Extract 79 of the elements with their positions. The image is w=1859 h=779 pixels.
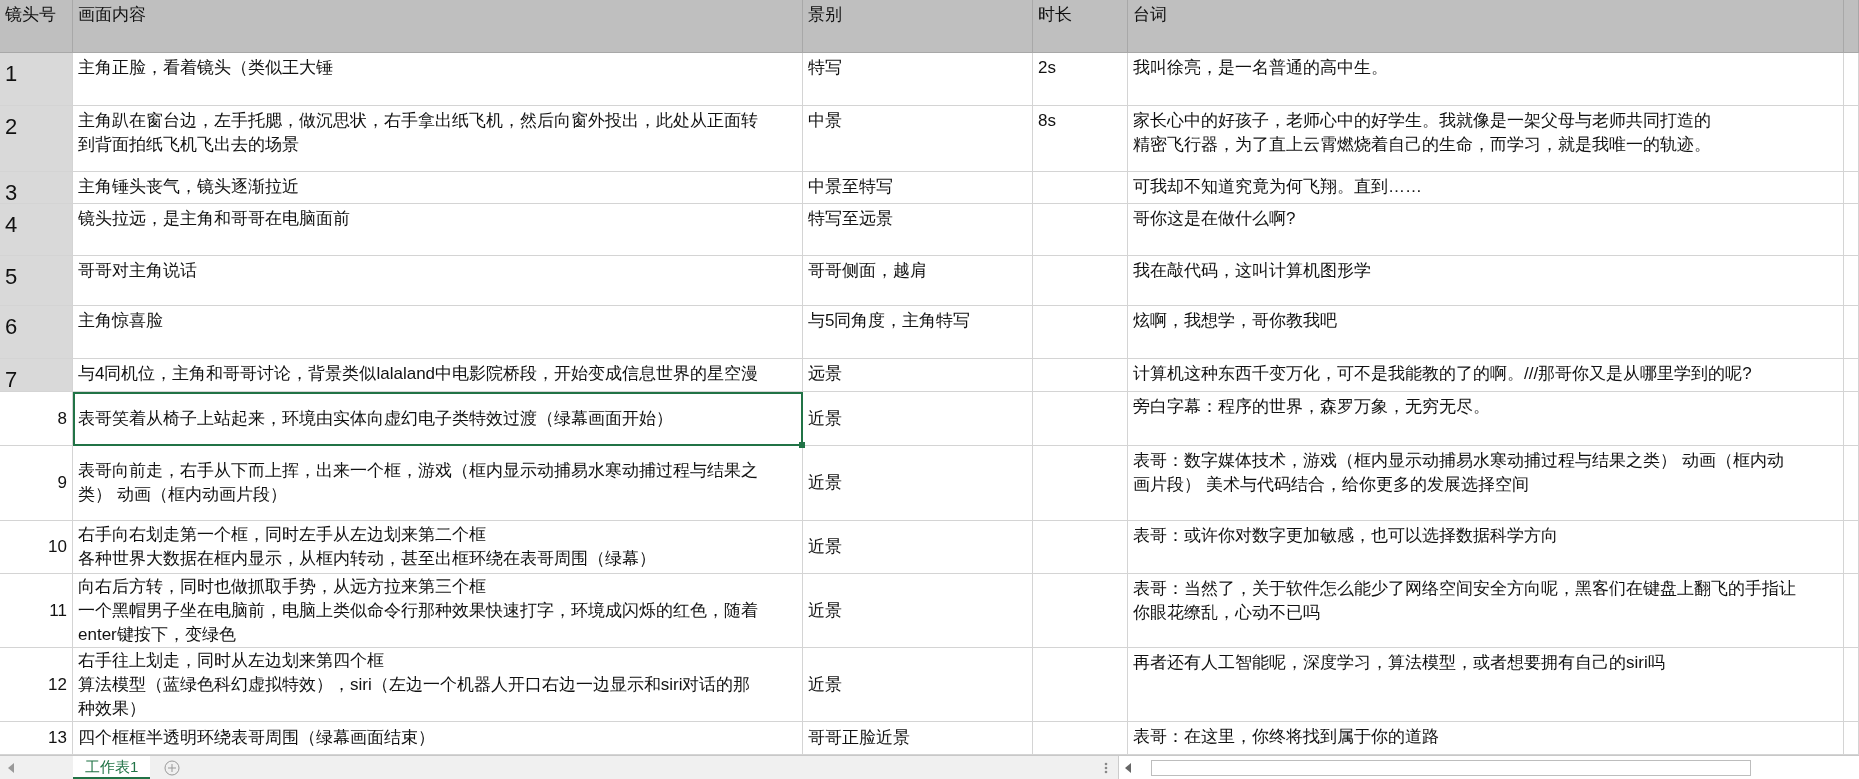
cell-text-line: 右手向右划走第一个框，同时左手从左边划来第二个框 bbox=[78, 524, 486, 546]
cell-text-line: 各种世界大数据在框内显示，从框内转动，甚至出框环绕在表哥周围（绿幕） bbox=[78, 548, 656, 570]
table-cell: 主角正脸，看着镜头（类似王大锤 bbox=[73, 53, 803, 106]
add-sheet-icon[interactable] bbox=[164, 759, 181, 776]
row-number: 1 bbox=[0, 53, 73, 106]
row-number: 7 bbox=[0, 359, 73, 392]
table-cell: 旁白字幕：程序的世界，森罗万象，无穷无尽。 bbox=[1128, 392, 1844, 446]
empty-cell bbox=[1844, 359, 1859, 392]
table-cell: 主角惊喜脸 bbox=[73, 306, 803, 359]
cell-text-line: 主角趴在窗台边，左手托腮，做沉思状，右手拿出纸飞机，然后向窗外投出，此处从正面转 bbox=[78, 110, 758, 132]
table-cell: 可我却不知道究竟为何飞翔。直到…… bbox=[1128, 172, 1844, 204]
row-number: 3 bbox=[0, 172, 73, 204]
table-cell: 哥你这是在做什么啊? bbox=[1128, 204, 1844, 256]
cell-text-line: 一个黑帽男子坐在电脑前，电脑上类似命令行那种效果快速打字，环境成闪烁的红色，随着 bbox=[78, 599, 758, 622]
table-cell: 我叫徐亮，是一名普通的高中生。 bbox=[1128, 53, 1844, 106]
column-header: 镜头号 bbox=[0, 0, 73, 53]
row-number: 9 bbox=[0, 446, 73, 521]
table-cell: 主角锤头丧气，镜头逐渐拉近 bbox=[73, 172, 803, 204]
table-cell: 表哥：或许你对数字更加敏感，也可以选择数据科学方向 bbox=[1128, 521, 1844, 574]
row-number: 2 bbox=[0, 106, 73, 172]
row-number: 4 bbox=[0, 204, 73, 256]
row-number: 12 bbox=[0, 648, 73, 722]
table-cell: 特写至远景 bbox=[803, 204, 1033, 256]
horizontal-scrollbar[interactable] bbox=[1118, 756, 1859, 779]
table-cell: 与4同机位，主角和哥哥讨论，背景类似lalaland中电影院桥段，开始变成信息世界的星空漫 bbox=[73, 359, 803, 392]
column-header: 画面内容 bbox=[73, 0, 803, 53]
row-number: 10 bbox=[0, 521, 73, 574]
table-cell: 近景 bbox=[803, 446, 1033, 521]
empty-cell bbox=[1844, 392, 1859, 446]
table-cell: 近景 bbox=[803, 392, 1033, 446]
column-header bbox=[1844, 0, 1859, 53]
table-cell: 特写 bbox=[803, 53, 1033, 106]
empty-cell bbox=[1844, 256, 1859, 306]
table-cell: 炫啊，我想学，哥你教我吧 bbox=[1128, 306, 1844, 359]
cell-text-line: 你眼花缭乱，心动不已吗 bbox=[1133, 602, 1320, 624]
row-number: 5 bbox=[0, 256, 73, 306]
table-cell: 计算机这种东西千变万化，可不是我能教的了的啊。///那哥你又是从哪里学到的呢? bbox=[1128, 359, 1844, 392]
table-cell: 远景 bbox=[803, 359, 1033, 392]
table-cell: 我在敲代码，这叫计算机图形学 bbox=[1128, 256, 1844, 306]
cell-text-line: enter键按下，变绿色 bbox=[78, 623, 236, 646]
column-header: 景别 bbox=[803, 0, 1033, 53]
table-cell: 8s bbox=[1033, 106, 1128, 172]
cell-text-line: 向右后方转，同时也做抓取手势，从远方拉来第三个框 bbox=[78, 575, 486, 598]
empty-cell bbox=[1844, 172, 1859, 204]
cell-text-line: 算法模型（蓝绿色科幻虚拟特效），siri（左边一个机器人开口右边一边显示和siri对话的那 bbox=[78, 673, 751, 696]
splitter-handle-icon[interactable] bbox=[1104, 761, 1108, 774]
cell-text-line: 到背面拍纸飞机飞出去的场景 bbox=[78, 134, 299, 156]
scroll-left-icon[interactable] bbox=[8, 762, 14, 773]
cell-text-line: 表哥：当然了，关于软件怎么能少了网络空间安全方向呢，黑客们在键盘上翻飞的手指让 bbox=[1133, 578, 1796, 600]
cell-text-line: 画片段） 美术与代码结合，给你更多的发展选择空间 bbox=[1133, 474, 1529, 496]
table-cell: 2s bbox=[1033, 53, 1128, 106]
empty-cell bbox=[1844, 204, 1859, 256]
table-cell: 镜头拉远，是主角和哥哥在电脑面前 bbox=[73, 204, 803, 256]
table-cell: 哥哥侧面，越肩 bbox=[803, 256, 1033, 306]
cell-text-line: 类） 动画（框内动画片段） bbox=[78, 484, 287, 506]
table-cell: 近景 bbox=[803, 521, 1033, 574]
cell-text-line: 表哥向前走，右手从下而上挥，出来一个框，游戏（框内显示动捕易水寒动捕过程与结果之 bbox=[78, 460, 758, 482]
cell-text-line: 精密飞行器，为了直上云霄燃烧着自己的生命，而学习，就是我唯一的轨迹。 bbox=[1133, 134, 1711, 156]
table-cell: 近景 bbox=[803, 574, 1033, 648]
empty-cell bbox=[1844, 521, 1859, 574]
table-cell: 中景 bbox=[803, 106, 1033, 172]
cell-text-line: 家长心中的好孩子，老师心中的好学生。我就像是一架父母与老师共同打造的 bbox=[1133, 110, 1711, 132]
row-number: 6 bbox=[0, 306, 73, 359]
table-cell: 表哥笑着从椅子上站起来，环境由实体向虚幻电子类特效过渡（绿幕画面开始） bbox=[73, 392, 803, 446]
column-header: 时长 bbox=[1033, 0, 1128, 53]
table-cell: 与5同角度，主角特写 bbox=[803, 306, 1033, 359]
row-number: 11 bbox=[0, 574, 73, 648]
cell-text-line: 种效果） bbox=[78, 697, 146, 720]
column-header: 台词 bbox=[1128, 0, 1844, 53]
table-cell: 近景 bbox=[803, 648, 1033, 722]
scroll-left-icon[interactable] bbox=[1125, 762, 1131, 773]
table-cell: 中景至特写 bbox=[803, 172, 1033, 204]
table-cell: 哥哥对主角说话 bbox=[73, 256, 803, 306]
row-number: 8 bbox=[0, 392, 73, 446]
table-cell: 再者还有人工智能呢，深度学习，算法模型，或者想要拥有自己的siri吗 bbox=[1128, 648, 1844, 722]
cell-text-line: 表哥：数字媒体技术，游戏（框内显示动捕易水寒动捕过程与结果之类） 动画（框内动 bbox=[1133, 450, 1784, 472]
sheet-tab[interactable]: 工作表1 bbox=[73, 756, 151, 779]
empty-cell bbox=[1844, 306, 1859, 359]
cell-text-line: 右手往上划走，同时从左边划来第四个框 bbox=[78, 649, 384, 672]
